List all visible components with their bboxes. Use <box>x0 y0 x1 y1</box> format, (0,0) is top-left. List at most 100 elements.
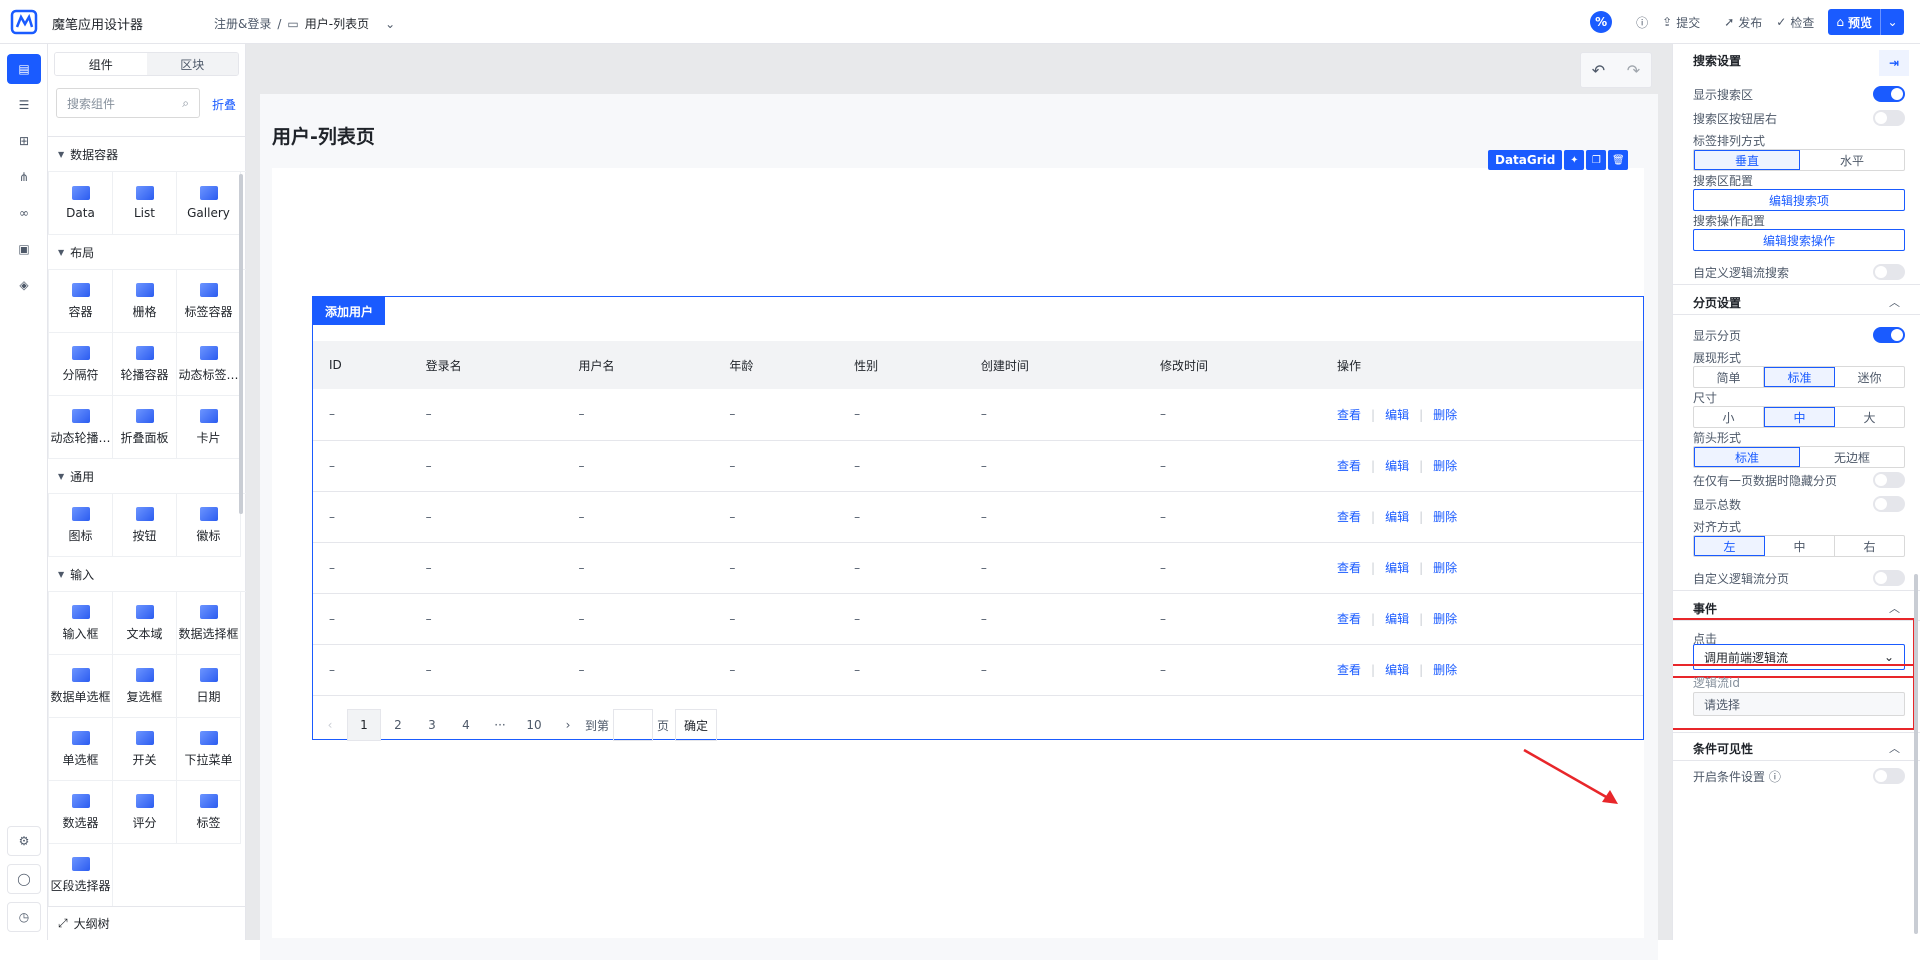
search-btn-right-toggle[interactable] <box>1873 110 1905 126</box>
edit-link[interactable]: 编辑 <box>1385 612 1409 626</box>
show-pagination-toggle[interactable] <box>1873 327 1905 343</box>
component-item[interactable]: 动态轮播… <box>49 396 113 459</box>
page-number[interactable]: 10 <box>517 709 551 741</box>
custom-logic-search-toggle[interactable] <box>1873 264 1905 280</box>
component-item[interactable]: 轮播容器 <box>113 333 177 396</box>
size-large[interactable]: 大 <box>1835 407 1904 427</box>
database-icon[interactable]: ☰ <box>7 90 41 120</box>
edit-link[interactable]: 编辑 <box>1385 459 1409 473</box>
edit-link[interactable]: 编辑 <box>1385 510 1409 524</box>
datagrid[interactable]: 添加用户 ID 登录名 用户名 年龄 性别 创建时间 修改时间 操作 – – – – – – – 查看 | 编辑… <box>312 296 1644 741</box>
component-item[interactable]: 评分 <box>113 781 177 844</box>
page-number[interactable]: 3 <box>415 709 449 741</box>
tab-components[interactable]: 组件 <box>55 53 147 75</box>
view-link[interactable]: 查看 <box>1337 510 1361 524</box>
preview-button[interactable]: ⌂ 预览 ⌄ <box>1828 9 1904 35</box>
media-icon[interactable]: ▣ <box>7 234 41 264</box>
category-header[interactable]: ▼ 输入 <box>48 557 246 591</box>
delete-link[interactable]: 删除 <box>1433 510 1457 524</box>
percent-badge[interactable]: % <box>1590 11 1613 33</box>
submit-button[interactable]: ⇪ 提交 <box>1662 14 1700 31</box>
component-item[interactable]: 数选器 <box>49 781 113 844</box>
chevron-up-icon[interactable]: ︿ <box>1889 740 1900 756</box>
component-item[interactable]: 日期 <box>177 655 241 718</box>
component-item[interactable]: 区段选择器 <box>49 844 113 906</box>
component-item[interactable]: 徽标 <box>177 494 241 557</box>
settings-icon[interactable]: ⚙ <box>7 826 41 856</box>
publish-button[interactable]: ➚ 发布 <box>1724 14 1762 31</box>
view-link[interactable]: 查看 <box>1337 663 1361 677</box>
view-link[interactable]: 查看 <box>1337 408 1361 422</box>
cube-icon[interactable]: ◈ <box>7 270 41 300</box>
enable-condition-toggle[interactable] <box>1873 768 1905 784</box>
arrow-form-standard[interactable]: 标准 <box>1694 447 1800 467</box>
component-item[interactable]: 折叠面板 <box>113 396 177 459</box>
logic-id-select[interactable]: 请选择 <box>1693 692 1905 716</box>
component-item[interactable]: List <box>113 172 177 235</box>
component-item[interactable]: 动态标签… <box>177 333 241 396</box>
component-item[interactable]: 按钮 <box>113 494 177 557</box>
component-item[interactable]: 卡片 <box>177 396 241 459</box>
page-layout-icon[interactable]: ▤ <box>7 54 41 84</box>
outline-tree-button[interactable]: ⤢ 大纲树 <box>48 906 246 940</box>
size-medium[interactable]: 中 <box>1764 407 1835 427</box>
component-item[interactable]: 栅格 <box>113 270 177 333</box>
component-item[interactable]: 数据单选框 <box>49 655 113 718</box>
category-header[interactable]: ▼ 布局 <box>48 235 246 269</box>
delete-link[interactable]: 删除 <box>1433 408 1457 422</box>
component-item[interactable]: 下拉菜单 <box>177 718 241 781</box>
hide-single-page-toggle[interactable] <box>1873 472 1905 488</box>
chevron-up-icon[interactable]: ︿ <box>1889 294 1900 310</box>
panel-scrollbar[interactable] <box>239 174 243 514</box>
page-number[interactable]: 1 <box>347 709 381 741</box>
page-body[interactable]: 添加用户 ID 登录名 用户名 年龄 性别 创建时间 修改时间 操作 – – – – – – – 查看 | 编辑… <box>272 168 1644 938</box>
show-search-toggle[interactable] <box>1873 86 1905 102</box>
component-item[interactable]: 标签容器 <box>177 270 241 333</box>
trash-icon[interactable]: 🗑 <box>1608 150 1629 170</box>
custom-logic-pagination-toggle[interactable] <box>1873 570 1905 586</box>
align-center[interactable]: 中 <box>1765 536 1835 556</box>
user-icon[interactable]: ◯ <box>7 864 41 894</box>
delete-link[interactable]: 删除 <box>1433 459 1457 473</box>
tab-blocks[interactable]: 区块 <box>146 53 238 75</box>
data-model-icon[interactable]: ⊞ <box>7 126 41 156</box>
fold-button[interactable]: 折叠 <box>212 96 236 113</box>
component-search-input[interactable]: 搜索组件 ⌕ <box>56 88 200 118</box>
edit-link[interactable]: 编辑 <box>1385 408 1409 422</box>
add-user-button[interactable]: 添加用户 <box>313 297 386 325</box>
display-form-mini[interactable]: 迷你 <box>1835 367 1904 387</box>
pin-icon[interactable]: ✦ <box>1564 150 1585 170</box>
component-item[interactable]: Data <box>49 172 113 235</box>
view-link[interactable]: 查看 <box>1337 612 1361 626</box>
redo-icon[interactable]: ↷ <box>1627 61 1640 80</box>
delete-link[interactable]: 删除 <box>1433 612 1457 626</box>
breadcrumb-current[interactable]: 用户-列表页 <box>305 15 369 32</box>
align-right[interactable]: 右 <box>1835 536 1904 556</box>
delete-link[interactable]: 删除 <box>1433 561 1457 575</box>
tree-icon[interactable]: ⋔ <box>7 162 41 192</box>
datagrid-tag[interactable]: DataGrid <box>1488 150 1563 170</box>
component-item[interactable]: 图标 <box>49 494 113 557</box>
category-header[interactable]: ▼ 数据容器 <box>48 137 246 171</box>
component-item[interactable]: 标签 <box>177 781 241 844</box>
copy-icon[interactable]: ❐ <box>1586 150 1607 170</box>
next-page-icon[interactable]: › <box>551 709 585 741</box>
delete-link[interactable]: 删除 <box>1433 663 1457 677</box>
preview-dropdown-icon[interactable]: ⌄ <box>1880 9 1904 35</box>
display-form-simple[interactable]: 简单 <box>1694 367 1764 387</box>
help-icon[interactable]: ⓘ <box>1636 14 1648 31</box>
check-button[interactable]: ✓ 检查 <box>1776 14 1814 31</box>
page-number[interactable]: 2 <box>381 709 415 741</box>
goto-confirm-button[interactable]: 确定 <box>675 709 718 741</box>
label-layout-vertical[interactable]: 垂直 <box>1694 150 1800 170</box>
align-left[interactable]: 左 <box>1694 536 1765 556</box>
edit-search-items-button[interactable]: 编辑搜索项 <box>1693 189 1905 211</box>
breadcrumb-parent[interactable]: 注册&登录 <box>214 15 271 32</box>
component-item[interactable]: 数据选择框 <box>177 592 241 655</box>
component-item[interactable]: Gallery <box>177 172 241 235</box>
edit-link[interactable]: 编辑 <box>1385 561 1409 575</box>
undo-icon[interactable]: ↶ <box>1592 61 1605 80</box>
goto-page-input[interactable] <box>613 709 654 741</box>
show-total-toggle[interactable] <box>1873 496 1905 512</box>
prev-page-icon[interactable]: ‹ <box>313 709 347 741</box>
